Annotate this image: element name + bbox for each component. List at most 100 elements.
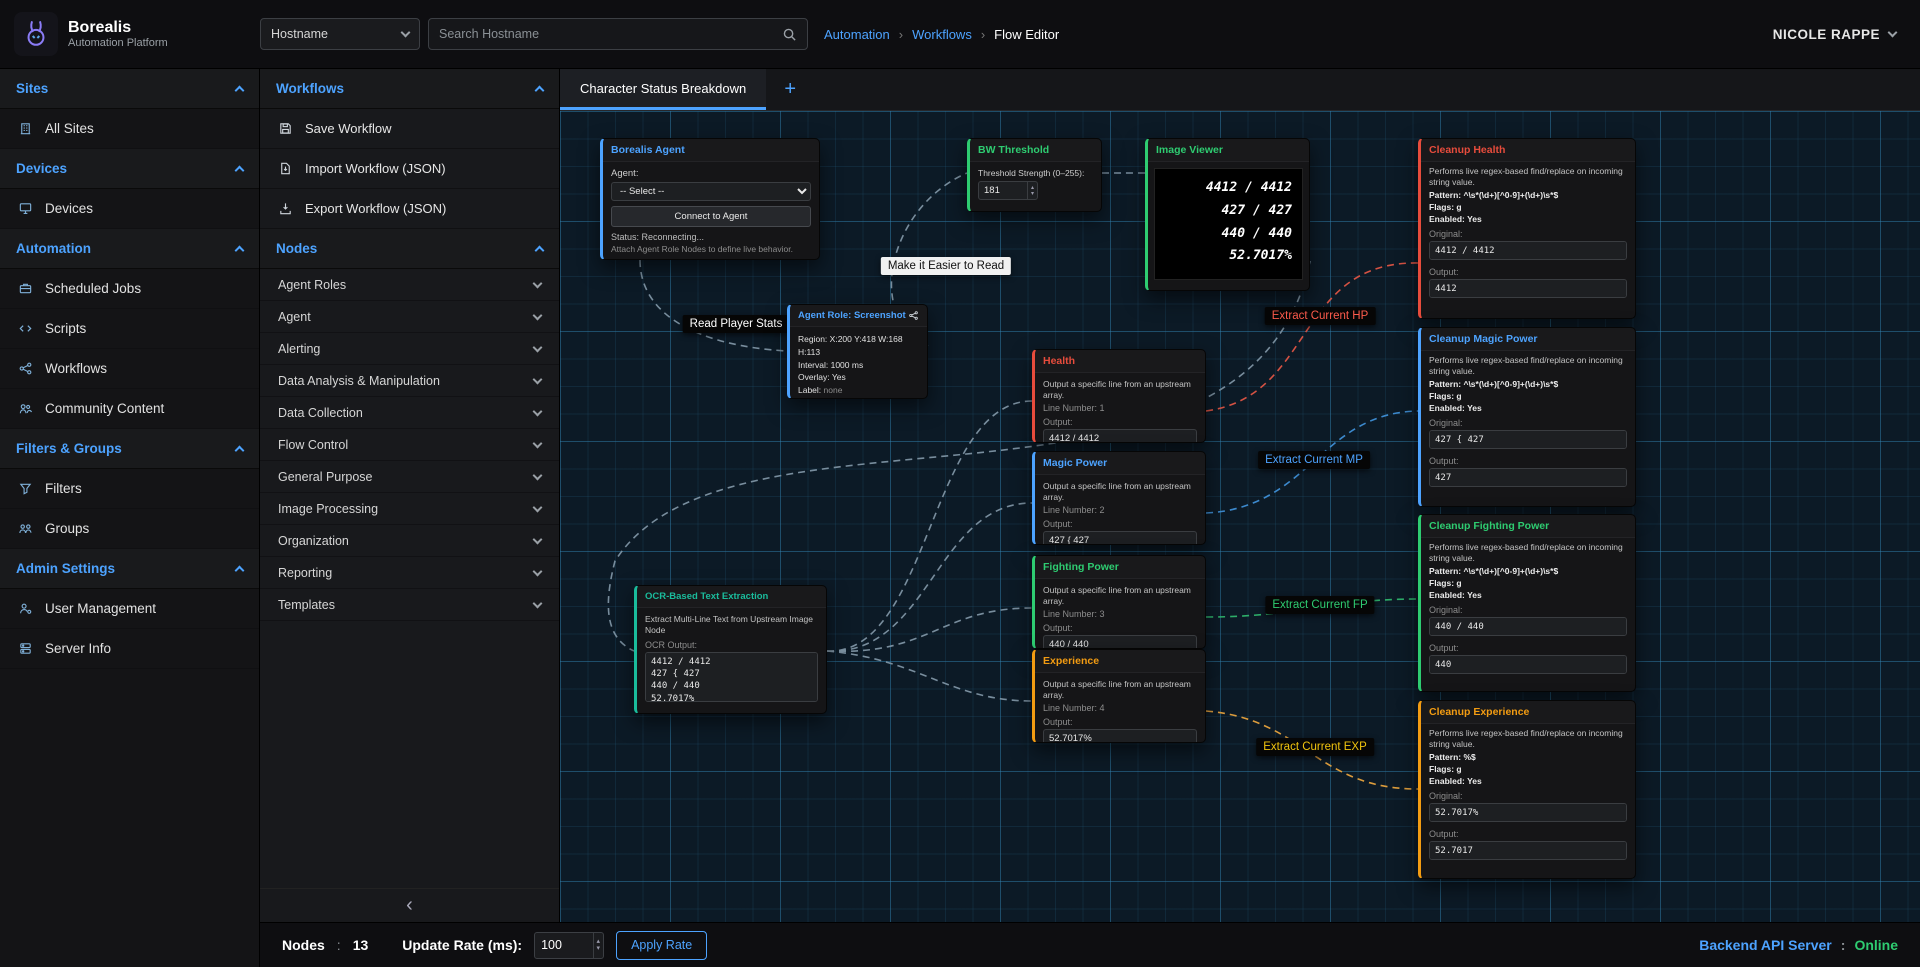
section-label: Admin Settings (16, 561, 115, 576)
user-menu[interactable]: NICOLE RAPPE (1773, 27, 1896, 42)
original-textarea[interactable]: 440 / 440 (1429, 617, 1627, 636)
node-category-general-purpose[interactable]: General Purpose (260, 461, 559, 493)
chevron-down-icon (533, 278, 543, 288)
regex-flags: Flags: g (1429, 202, 1627, 214)
screenshot-overlay: Overlay: Yes (798, 371, 919, 384)
original-label: Original: (1429, 229, 1627, 239)
sidebar-item-devices[interactable]: Devices (0, 189, 259, 229)
chevron-down-icon (533, 566, 543, 576)
node-health[interactable]: Health Output a specific line from an up… (1032, 349, 1206, 443)
edge-ocr-to-fighting (827, 608, 1032, 651)
spinner-icon[interactable]: ▴▾ (593, 933, 604, 958)
sidebar-item-groups[interactable]: Groups (0, 509, 259, 549)
panel-item-label: Import Workflow (JSON) (305, 161, 446, 176)
original-label: Original: (1429, 605, 1627, 615)
node-category-organization[interactable]: Organization (260, 525, 559, 557)
add-tab-button[interactable]: + (766, 69, 814, 110)
original-textarea[interactable]: 4412 / 4412 (1429, 241, 1627, 260)
output-textarea[interactable]: 4412 (1429, 279, 1627, 298)
flow-canvas[interactable]: Read Player Stats Make it Easier to Read… (560, 111, 1920, 922)
node-experience[interactable]: Experience Output a specific line from a… (1032, 649, 1206, 743)
agent-status: Status: Reconnecting... (611, 232, 811, 242)
node-category-templates[interactable]: Templates (260, 589, 559, 621)
sidebar-item-all-sites[interactable]: All Sites (0, 109, 259, 149)
threshold-input[interactable] (979, 182, 1027, 199)
node-category-image-processing[interactable]: Image Processing (260, 493, 559, 525)
sidebar-item-scheduled-jobs[interactable]: Scheduled Jobs (0, 269, 259, 309)
search-input[interactable] (439, 27, 769, 41)
node-bw-threshold[interactable]: BW Threshold Threshold Strength (0–255):… (967, 138, 1102, 212)
output-value-input[interactable] (1043, 635, 1197, 649)
node-magic-power[interactable]: Magic Power Output a specific line from … (1032, 451, 1206, 545)
output-textarea[interactable]: 52.7017 (1429, 841, 1627, 860)
node-title: Borealis Agent (611, 144, 685, 156)
sidebar-section-devices[interactable]: Devices (0, 149, 259, 189)
node-category-data-collection[interactable]: Data Collection (260, 397, 559, 429)
edge-agent-to-screenshot (640, 260, 787, 351)
output-value-input[interactable] (1043, 729, 1197, 743)
ocr-output-textarea[interactable]: 4412 / 4412 427 { 427 440 / 440 52.7017% (645, 652, 818, 702)
share-icon[interactable] (908, 310, 919, 321)
sidebar-section-sites[interactable]: Sites (0, 69, 259, 109)
update-rate-input[interactable] (535, 933, 592, 958)
output-textarea[interactable]: 440 (1429, 655, 1627, 674)
sidebar-item-user-management[interactable]: User Management (0, 589, 259, 629)
node-image-viewer[interactable]: Image Viewer 4412 / 4412 427 / 427 440 /… (1145, 138, 1310, 291)
update-rate-field[interactable]: ▴▾ (534, 932, 604, 959)
nodes-panel-header[interactable]: Nodes (260, 229, 559, 269)
node-cleanup-health[interactable]: Cleanup Health Performs live regex-based… (1418, 138, 1636, 319)
node-cleanup-experience[interactable]: Cleanup Experience Performs live regex-b… (1418, 700, 1636, 879)
node-ocr-text-extraction[interactable]: OCR-Based Text Extraction Extract Multi-… (634, 585, 827, 714)
regex-pattern: Pattern: ^\s*(\d+)[^0-9]+(\d+)\s*$ (1429, 379, 1627, 391)
export-workflow-button[interactable]: Export Workflow (JSON) (260, 189, 559, 229)
line-number-label: Line Number: 2 (1043, 505, 1197, 515)
node-category-flow-control[interactable]: Flow Control (260, 429, 559, 461)
sidebar-item-scripts[interactable]: Scripts (0, 309, 259, 349)
sidebar-item-community-content[interactable]: Community Content (0, 389, 259, 429)
sidebar-section-filters-groups[interactable]: Filters & Groups (0, 429, 259, 469)
node-category-data-analysis[interactable]: Data Analysis & Manipulation (260, 365, 559, 397)
output-value-input[interactable] (1043, 429, 1197, 443)
workflow-panel: Workflows Save Workflow Import Workflow … (260, 69, 560, 922)
node-agent-role-screenshot[interactable]: Agent Role: Screenshot Region: X:200 Y:4… (787, 304, 928, 399)
collapse-chevron-icon: ‹ (406, 894, 413, 917)
node-fighting-power[interactable]: Fighting Power Output a specific line fr… (1032, 555, 1206, 649)
sidebar-section-automation[interactable]: Automation (0, 229, 259, 269)
node-borealis-agent[interactable]: Borealis Agent Agent: -- Select -- Conne… (600, 138, 820, 260)
sidebar-item-workflows[interactable]: Workflows (0, 349, 259, 389)
node-category-reporting[interactable]: Reporting (260, 557, 559, 589)
output-label: Output: (1429, 267, 1627, 277)
collapse-panel-button[interactable]: ‹ (260, 888, 559, 922)
save-workflow-button[interactable]: Save Workflow (260, 109, 559, 149)
output-value-input[interactable] (1043, 531, 1197, 545)
hostname-dropdown[interactable]: Hostname (260, 18, 420, 50)
sidebar-section-admin-settings[interactable]: Admin Settings (0, 549, 259, 589)
edge-ocr-to-magic (827, 503, 1032, 651)
node-cleanup-fighting-power[interactable]: Cleanup Fighting Power Performs live reg… (1418, 514, 1636, 692)
output-textarea[interactable]: 427 (1429, 468, 1627, 487)
agent-label: Agent: (611, 168, 811, 179)
sidebar-item-server-info[interactable]: Server Info (0, 629, 259, 669)
original-textarea[interactable]: 427 { 427 (1429, 430, 1627, 449)
edge-label-extract-hp: Extract Current HP (1265, 307, 1376, 325)
import-workflow-button[interactable]: Import Workflow (JSON) (260, 149, 559, 189)
chevron-up-icon (235, 565, 245, 575)
regex-flags: Flags: g (1429, 764, 1627, 776)
agent-select[interactable]: -- Select -- (611, 182, 811, 201)
breadcrumb-automation[interactable]: Automation (824, 27, 890, 42)
node-category-agent[interactable]: Agent (260, 301, 559, 333)
node-category-agent-roles[interactable]: Agent Roles (260, 269, 559, 301)
apply-rate-button[interactable]: Apply Rate (616, 931, 707, 960)
ocr-output-label: OCR Output: (645, 640, 818, 650)
workflows-panel-header[interactable]: Workflows (260, 69, 559, 109)
original-textarea[interactable]: 52.7017% (1429, 803, 1627, 822)
node-cleanup-magic-power[interactable]: Cleanup Magic Power Performs live regex-… (1418, 327, 1636, 507)
connect-agent-button[interactable]: Connect to Agent (611, 206, 811, 227)
spinner-icon[interactable]: ▴▾ (1027, 182, 1037, 199)
hostname-search[interactable] (428, 18, 808, 50)
tab-character-status-breakdown[interactable]: Character Status Breakdown (560, 69, 766, 110)
breadcrumb-workflows[interactable]: Workflows (912, 27, 972, 42)
node-category-alerting[interactable]: Alerting (260, 333, 559, 365)
section-label: Sites (16, 81, 48, 96)
sidebar-item-filters[interactable]: Filters (0, 469, 259, 509)
